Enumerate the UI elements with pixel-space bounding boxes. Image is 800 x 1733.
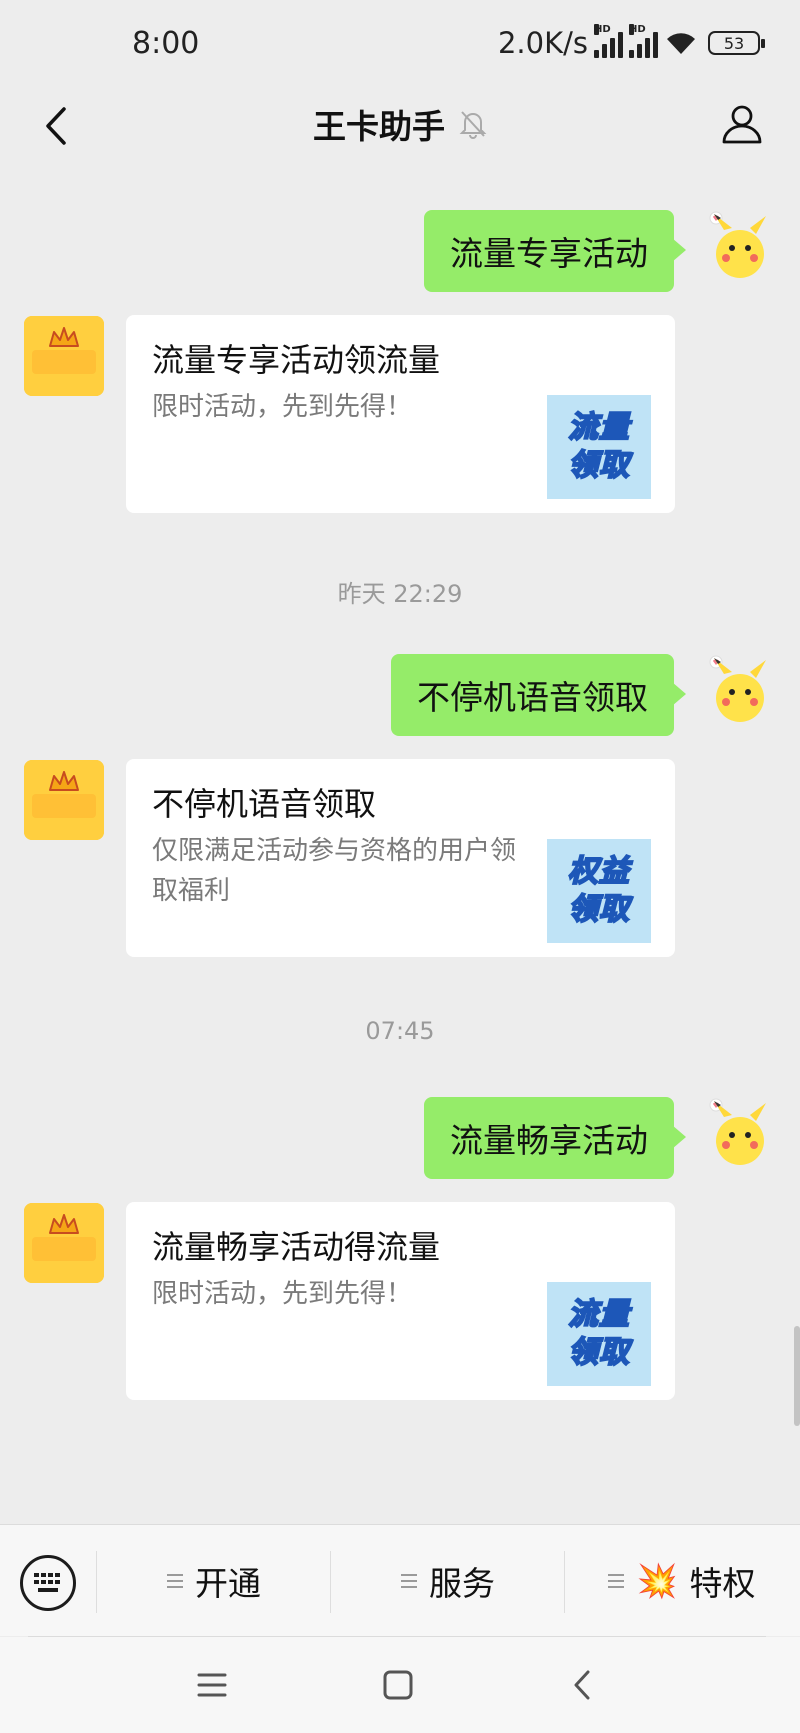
timestamp: 07:45 bbox=[365, 1017, 435, 1045]
card-thumbnail: 权益 领取 bbox=[547, 839, 651, 943]
page-title: 王卡助手 bbox=[313, 107, 445, 146]
scrollbar-thumb[interactable] bbox=[794, 1326, 800, 1426]
card-description: 限时活动，先到先得！ bbox=[152, 392, 413, 422]
status-bar: 8:00 2.0K/s HD HD 53 bbox=[0, 0, 800, 92]
menu-separator bbox=[330, 1551, 331, 1613]
wifi-icon bbox=[667, 33, 695, 54]
menu-icon bbox=[197, 1673, 227, 1697]
card-description: 仅限满足活动参与资格的用户领取福利 bbox=[152, 836, 517, 906]
service-menu-bar: 开通 服务 💥 特权 bbox=[0, 1524, 800, 1636]
submenu-lines-icon bbox=[401, 1574, 417, 1588]
user-avatar-pikachu-icon[interactable] bbox=[702, 1097, 774, 1169]
thumb-line-2: 领取 bbox=[567, 447, 630, 484]
explosion-icon: 💥 bbox=[636, 1561, 678, 1600]
card-title: 流量专享活动领流量 bbox=[152, 341, 441, 379]
signal-icon: HD bbox=[594, 24, 623, 58]
timestamp: 昨天 22:29 bbox=[337, 580, 463, 608]
menu-separator bbox=[96, 1551, 97, 1613]
bot-avatar[interactable] bbox=[24, 316, 104, 396]
menu-separator bbox=[564, 1551, 565, 1613]
keyboard-icon bbox=[34, 1573, 60, 1592]
crown-logo-icon bbox=[24, 760, 104, 840]
user-avatar-pikachu-icon[interactable] bbox=[702, 210, 774, 282]
chat-area[interactable]: 流量专享活动 流量专享活动领流量 限时活动，先到先得！ 流量 领取 昨天 22:… bbox=[0, 164, 800, 1524]
thumb-line-2: 领取 bbox=[567, 891, 630, 928]
submenu-lines-icon bbox=[608, 1574, 625, 1588]
menu-item-label: 开通 bbox=[195, 1564, 261, 1603]
thumb-line-1: 流量 bbox=[567, 409, 630, 446]
outgoing-bubble[interactable]: 流量畅享活动 bbox=[424, 1097, 686, 1179]
bot-avatar[interactable] bbox=[24, 1203, 104, 1283]
message-card[interactable]: 流量专享活动领流量 限时活动，先到先得！ 流量 领取 bbox=[126, 315, 675, 513]
menu-item-kaitong[interactable]: 开通 bbox=[98, 1545, 330, 1617]
title-wrap: 王卡助手 bbox=[0, 92, 800, 156]
card-thumbnail: 流量 领取 bbox=[547, 395, 651, 499]
card-title: 流量畅享活动得流量 bbox=[152, 1228, 441, 1266]
message-card[interactable]: 流量畅享活动得流量 限时活动，先到先得！ 流量 领取 bbox=[126, 1202, 675, 1400]
status-time: 8:00 bbox=[132, 26, 200, 61]
outgoing-bubble[interactable]: 流量专享活动 bbox=[424, 210, 686, 292]
chat-header: 王卡助手 bbox=[0, 92, 800, 164]
menu-item-label: 服务 bbox=[429, 1564, 495, 1603]
system-nav-bar bbox=[0, 1637, 800, 1733]
home-square-icon bbox=[383, 1670, 413, 1700]
outgoing-bubble[interactable]: 不停机语音领取 bbox=[391, 654, 686, 736]
card-description: 限时活动，先到先得！ bbox=[152, 1279, 413, 1309]
person-icon bbox=[722, 105, 762, 144]
thumb-line-1: 流量 bbox=[567, 1296, 630, 1333]
bot-avatar[interactable] bbox=[24, 760, 104, 840]
menu-item-tequan[interactable]: 💥 特权 bbox=[566, 1545, 798, 1617]
message-card[interactable]: 不停机语音领取 仅限满足活动参与资格的用户领取福利 权益 领取 bbox=[126, 759, 675, 957]
card-thumbnail: 流量 领取 bbox=[547, 1282, 651, 1386]
nav-home-button[interactable] bbox=[368, 1659, 428, 1711]
status-icons: 2.0K/s HD HD 53 bbox=[497, 24, 765, 60]
thumb-line-1: 权益 bbox=[567, 853, 630, 890]
battery-icon: 53 bbox=[708, 31, 765, 55]
network-speed: 2.0K/s bbox=[497, 26, 588, 60]
profile-button[interactable] bbox=[710, 92, 774, 156]
back-triangle-icon bbox=[574, 1670, 590, 1700]
menu-item-fuwu[interactable]: 服务 bbox=[332, 1545, 564, 1617]
crown-logo-icon bbox=[24, 1203, 104, 1283]
keyboard-toggle-button[interactable] bbox=[20, 1555, 76, 1611]
bell-off-icon bbox=[459, 111, 487, 139]
nav-back-button[interactable] bbox=[552, 1659, 612, 1711]
signal-icon-2: HD bbox=[629, 24, 658, 58]
user-avatar-pikachu-icon[interactable] bbox=[702, 654, 774, 726]
crown-logo-icon bbox=[24, 316, 104, 396]
nav-menu-button[interactable] bbox=[182, 1659, 242, 1711]
submenu-lines-icon bbox=[167, 1574, 183, 1588]
card-title: 不停机语音领取 bbox=[152, 785, 377, 823]
thumb-line-2: 领取 bbox=[567, 1334, 630, 1371]
menu-item-label: 特权 bbox=[689, 1564, 756, 1603]
